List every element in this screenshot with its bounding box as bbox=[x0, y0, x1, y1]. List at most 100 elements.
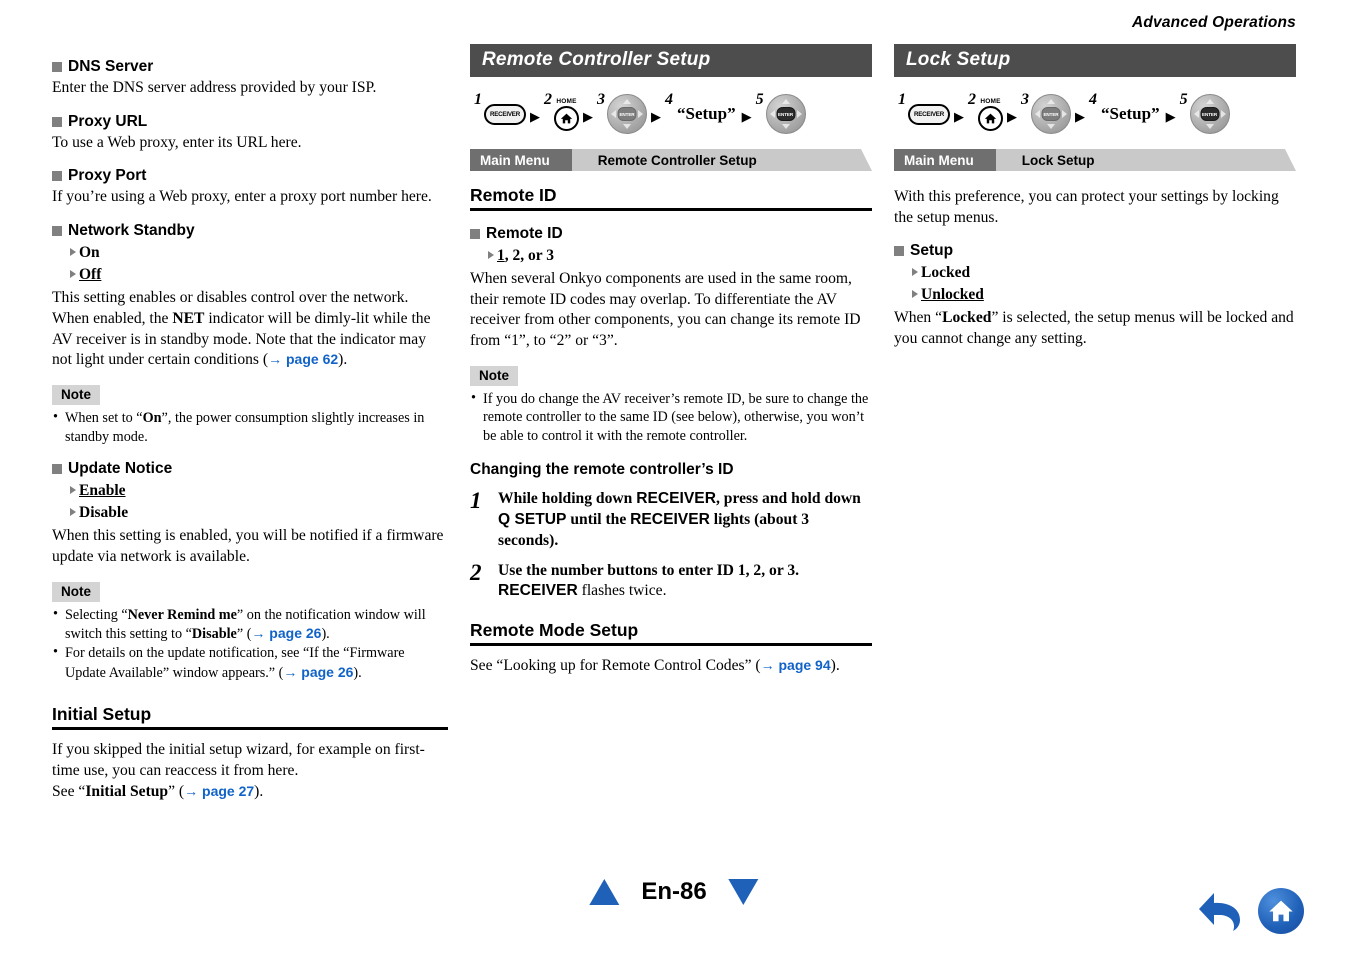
note-item: When set to “On”, the power consumption … bbox=[52, 408, 448, 446]
step-menu-name: “Setup” bbox=[677, 104, 736, 123]
step-arrow-icon: ▶ bbox=[1007, 108, 1017, 124]
running-header: Advanced Operations bbox=[1131, 14, 1296, 31]
body-initial-setup-2: See “Initial Setup” (→ page 27). bbox=[52, 782, 448, 803]
body-setup: When “Locked” is selected, the setup men… bbox=[894, 308, 1296, 349]
heading-initial-setup: Initial Setup bbox=[52, 704, 448, 731]
step-text-part: flashes twice. bbox=[577, 582, 667, 600]
triangle-up-icon[interactable] bbox=[589, 879, 620, 905]
step-arrow-icon: ▶ bbox=[1165, 108, 1176, 124]
house-glyph-icon bbox=[984, 113, 997, 123]
heading-proxy-url: Proxy URL bbox=[52, 113, 448, 131]
note-text: ” ( bbox=[236, 625, 252, 642]
note-label: Note bbox=[52, 581, 100, 602]
home-button[interactable] bbox=[1258, 888, 1304, 934]
enter-button-label: ENTER bbox=[1200, 107, 1220, 121]
step-number: 2 bbox=[544, 91, 552, 108]
square-bullet-icon bbox=[52, 171, 62, 182]
option-label: On bbox=[79, 244, 100, 262]
page-reference-link[interactable]: → page 26 bbox=[283, 664, 353, 680]
triangle-bullet-icon bbox=[488, 251, 494, 259]
body-text: ). bbox=[338, 351, 348, 369]
right-column: Lock Setup 1 RECEIVER ▶ 2 HOME ▶ 3 ENTER… bbox=[894, 44, 1348, 803]
emphasis-initial-setup: Initial Setup bbox=[85, 782, 169, 800]
note-item: For details on the update notification, … bbox=[52, 643, 448, 682]
receiver-button-label: RECEIVER bbox=[913, 110, 945, 118]
button-name-receiver: RECEIVER bbox=[630, 511, 710, 529]
square-bullet-icon bbox=[52, 464, 62, 475]
arrow-down-icon bbox=[623, 124, 631, 129]
step-sequence-lock-setup: 1 RECEIVER ▶ 2 HOME ▶ 3 ENTER ▶ 4 “Setup… bbox=[894, 85, 1296, 143]
square-bullet-icon bbox=[470, 229, 480, 239]
arrow-right-icon bbox=[1220, 110, 1226, 118]
square-bullet-icon bbox=[52, 226, 62, 237]
heading-label: Network Standby bbox=[68, 222, 195, 240]
heading-remote-mode-setup: Remote Mode Setup bbox=[470, 620, 872, 646]
heading-setup: Setup bbox=[894, 242, 1296, 260]
procedure-step: 2 Use the number buttons to enter ID 1, … bbox=[470, 559, 872, 602]
option-item: Enable bbox=[70, 480, 448, 502]
page-reference-link[interactable]: → page 27 bbox=[184, 783, 254, 799]
option-list-remote-id: 1, 2, or 3 bbox=[470, 245, 872, 267]
triangle-down-icon[interactable] bbox=[728, 879, 759, 905]
navigation-pad-icon: ENTER bbox=[607, 94, 647, 134]
note-item: Selecting “Never Remind me” on the notif… bbox=[52, 605, 448, 644]
back-arrow-icon[interactable] bbox=[1196, 889, 1244, 933]
note-item: If you do change the AV receiver’s remot… bbox=[470, 389, 872, 445]
step-number: 1 bbox=[898, 91, 906, 108]
button-name-q-setup: Q SETUP bbox=[498, 511, 567, 529]
body-remote-id: When several Onkyo components are used i… bbox=[470, 270, 861, 350]
enter-button-label: ENTER bbox=[1041, 107, 1061, 121]
heading-dns-server: DNS Server bbox=[52, 58, 448, 76]
note-text: ). bbox=[321, 625, 330, 642]
option-list-setup: Locked Unlocked bbox=[894, 262, 1296, 306]
step-text-part: Use the number buttons to enter ID 1, 2,… bbox=[498, 561, 800, 579]
arrow-up-icon bbox=[1205, 99, 1214, 104]
manual-page: Advanced Operations DNS Server Enter the… bbox=[0, 0, 1348, 954]
enter-button-label: ENTER bbox=[617, 107, 637, 121]
home-button-icon bbox=[978, 105, 1003, 131]
step-menu-name: “Setup” bbox=[1101, 104, 1160, 123]
step-arrow-icon: ▶ bbox=[583, 108, 593, 124]
arrow-up-icon bbox=[1047, 99, 1055, 104]
page-footer: En-86 bbox=[0, 878, 1348, 934]
option-item: Disable bbox=[70, 502, 448, 524]
body-proxy-port: If you’re using a Web proxy, enter a pro… bbox=[52, 188, 432, 206]
step-arrow-icon: ▶ bbox=[741, 108, 752, 124]
triangle-bullet-icon bbox=[70, 270, 76, 279]
page-reference-link[interactable]: → page 26 bbox=[251, 625, 321, 641]
procedure-step: 1 While holding down RECEIVER, press and… bbox=[470, 489, 872, 551]
page-reference-link[interactable]: → page 62 bbox=[268, 351, 338, 367]
breadcrumb-main-menu: Main Menu bbox=[470, 149, 583, 171]
option-list-update-notice: Enable Disable bbox=[52, 480, 448, 524]
arrow-up-icon bbox=[623, 99, 631, 104]
footer-pager: En-86 bbox=[589, 878, 759, 906]
triangle-bullet-icon bbox=[70, 486, 76, 495]
option-item: On bbox=[70, 242, 448, 264]
note-label: Note bbox=[470, 365, 518, 386]
procedure-changing-remote-id: 1 While holding down RECEIVER, press and… bbox=[470, 489, 872, 602]
step-number: 2 bbox=[470, 559, 482, 585]
emphasis-net: NET bbox=[172, 309, 205, 327]
option-label: Locked bbox=[921, 264, 971, 282]
breadcrumb-current: Remote Controller Setup bbox=[571, 149, 873, 171]
step-number: 5 bbox=[1179, 91, 1188, 108]
body-text: When “ bbox=[894, 309, 943, 327]
heading-label: Remote ID bbox=[486, 225, 563, 242]
step-arrow-icon: ▶ bbox=[530, 108, 540, 124]
navigation-pad-icon: ENTER bbox=[1031, 94, 1071, 134]
step-arrow-icon: ▶ bbox=[1075, 108, 1085, 124]
emphasis-never-remind-me: Never Remind me bbox=[127, 606, 237, 623]
three-column-layout: DNS Server Enter the DNS server address … bbox=[0, 44, 1348, 803]
footer-nav-buttons bbox=[1196, 888, 1304, 934]
option-label-default: Enable bbox=[79, 482, 126, 500]
body-text: See “Looking up for Remote Control Codes… bbox=[470, 656, 761, 674]
option-item: 1, 2, or 3 bbox=[488, 245, 872, 267]
square-bullet-icon bbox=[894, 246, 904, 257]
heading-label: Setup bbox=[910, 242, 954, 260]
heading-label: DNS Server bbox=[68, 58, 154, 75]
home-icon bbox=[1269, 900, 1293, 922]
middle-column: Remote Controller Setup 1 RECEIVER ▶ 2 H… bbox=[470, 44, 894, 803]
heading-label: Proxy URL bbox=[68, 112, 148, 130]
step-number: 1 bbox=[474, 91, 482, 108]
page-reference-link[interactable]: → page 94 bbox=[761, 657, 831, 673]
